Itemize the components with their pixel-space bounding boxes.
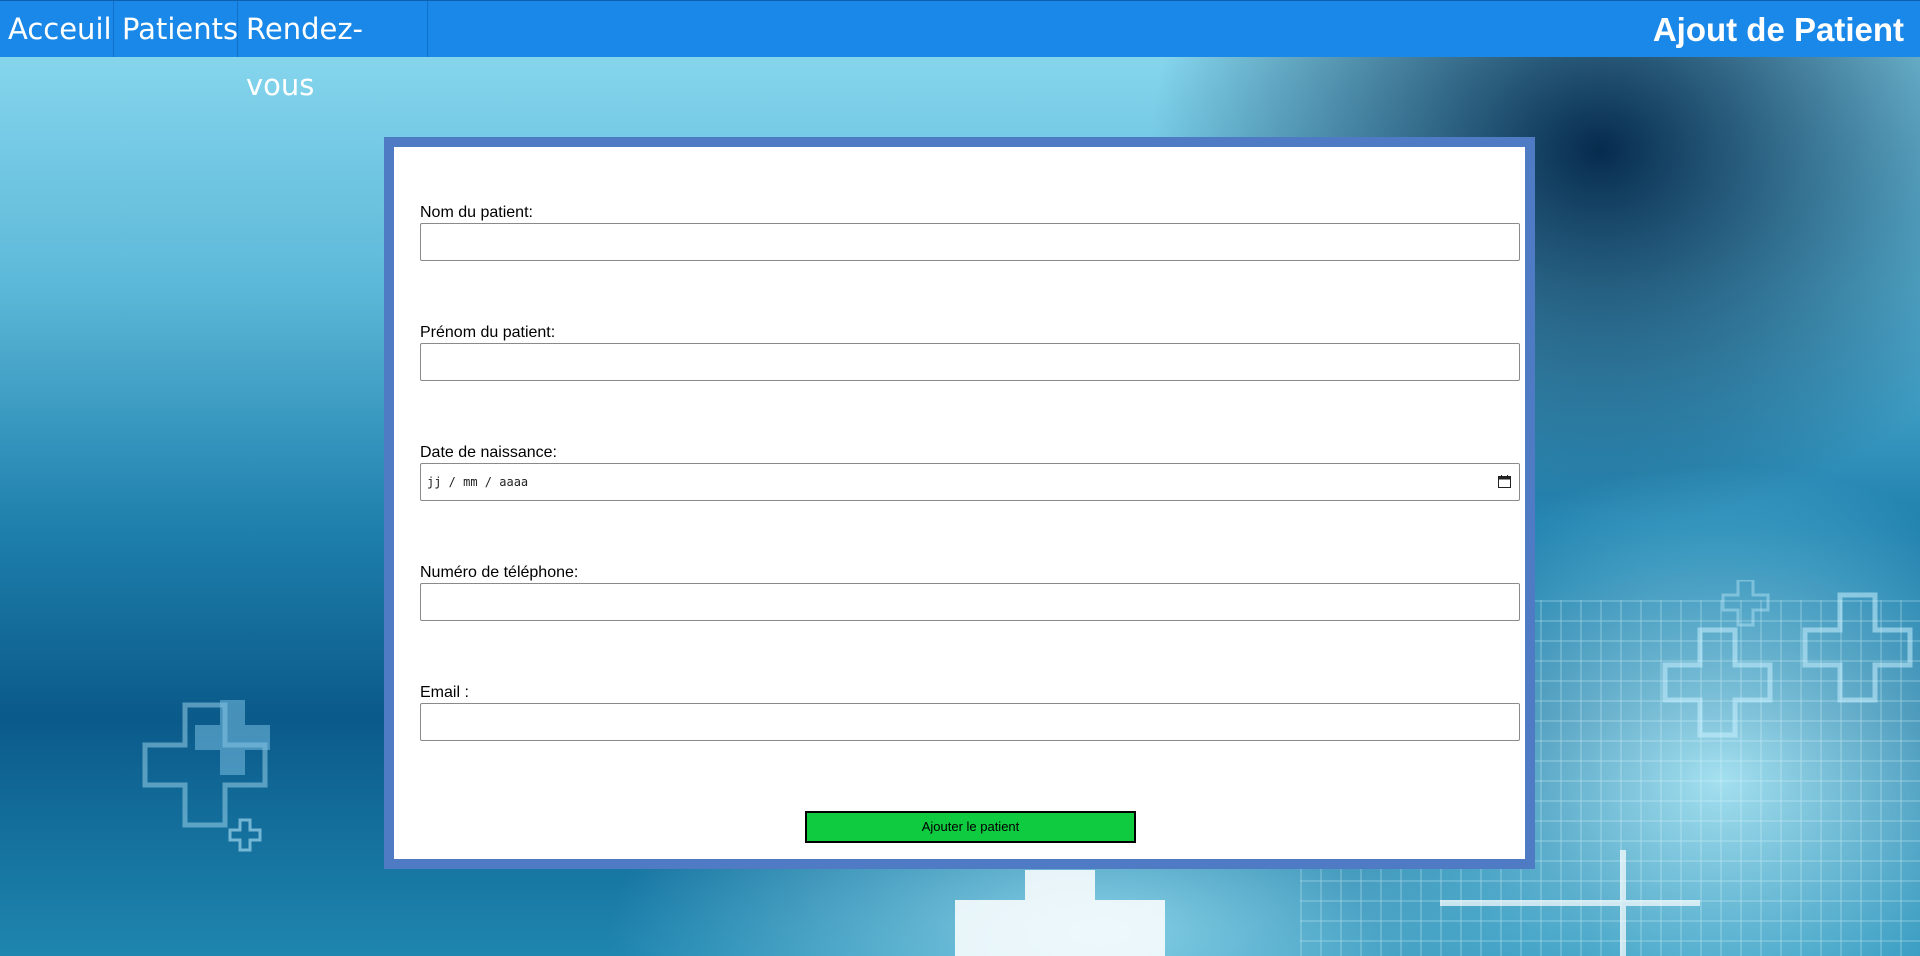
medical-cross-icon [955,870,1165,956]
phone-input[interactable] [420,583,1520,621]
phone-label: Numéro de téléphone: [420,564,579,581]
email-label: Email : [420,684,469,701]
email-input[interactable] [420,703,1520,741]
nav-item-acceuil[interactable]: Acceuil [0,1,114,57]
page-title: Ajout de Patient [1652,11,1904,48]
last-name-label: Nom du patient: [420,204,533,221]
calendar-icon[interactable] [1498,475,1511,488]
add-patient-form: Nom du patient: Prénom du patient: Date … [394,147,1525,859]
first-name-label: Prénom du patient: [420,324,556,341]
birth-date-label: Date de naissance: [420,444,557,461]
top-navigation-bar: Acceuil Patients Rendez-vous Ajout de Pa… [0,0,1920,102]
nav-item-rendez-vous[interactable]: Rendez-vous [238,1,428,102]
add-patient-button[interactable]: Ajouter le patient [805,811,1136,843]
birth-date-input[interactable]: jj / mm / aaaa [420,463,1520,501]
first-name-input[interactable] [420,343,1520,381]
last-name-input[interactable] [420,223,1520,261]
birth-date-placeholder: jj / mm / aaaa [427,475,529,489]
nav-item-patients[interactable]: Patients [114,1,238,57]
medical-cross-icon [142,700,270,852]
medical-cross-icon [1662,580,1913,738]
add-patient-form-frame: Nom du patient: Prénom du patient: Date … [384,137,1535,869]
